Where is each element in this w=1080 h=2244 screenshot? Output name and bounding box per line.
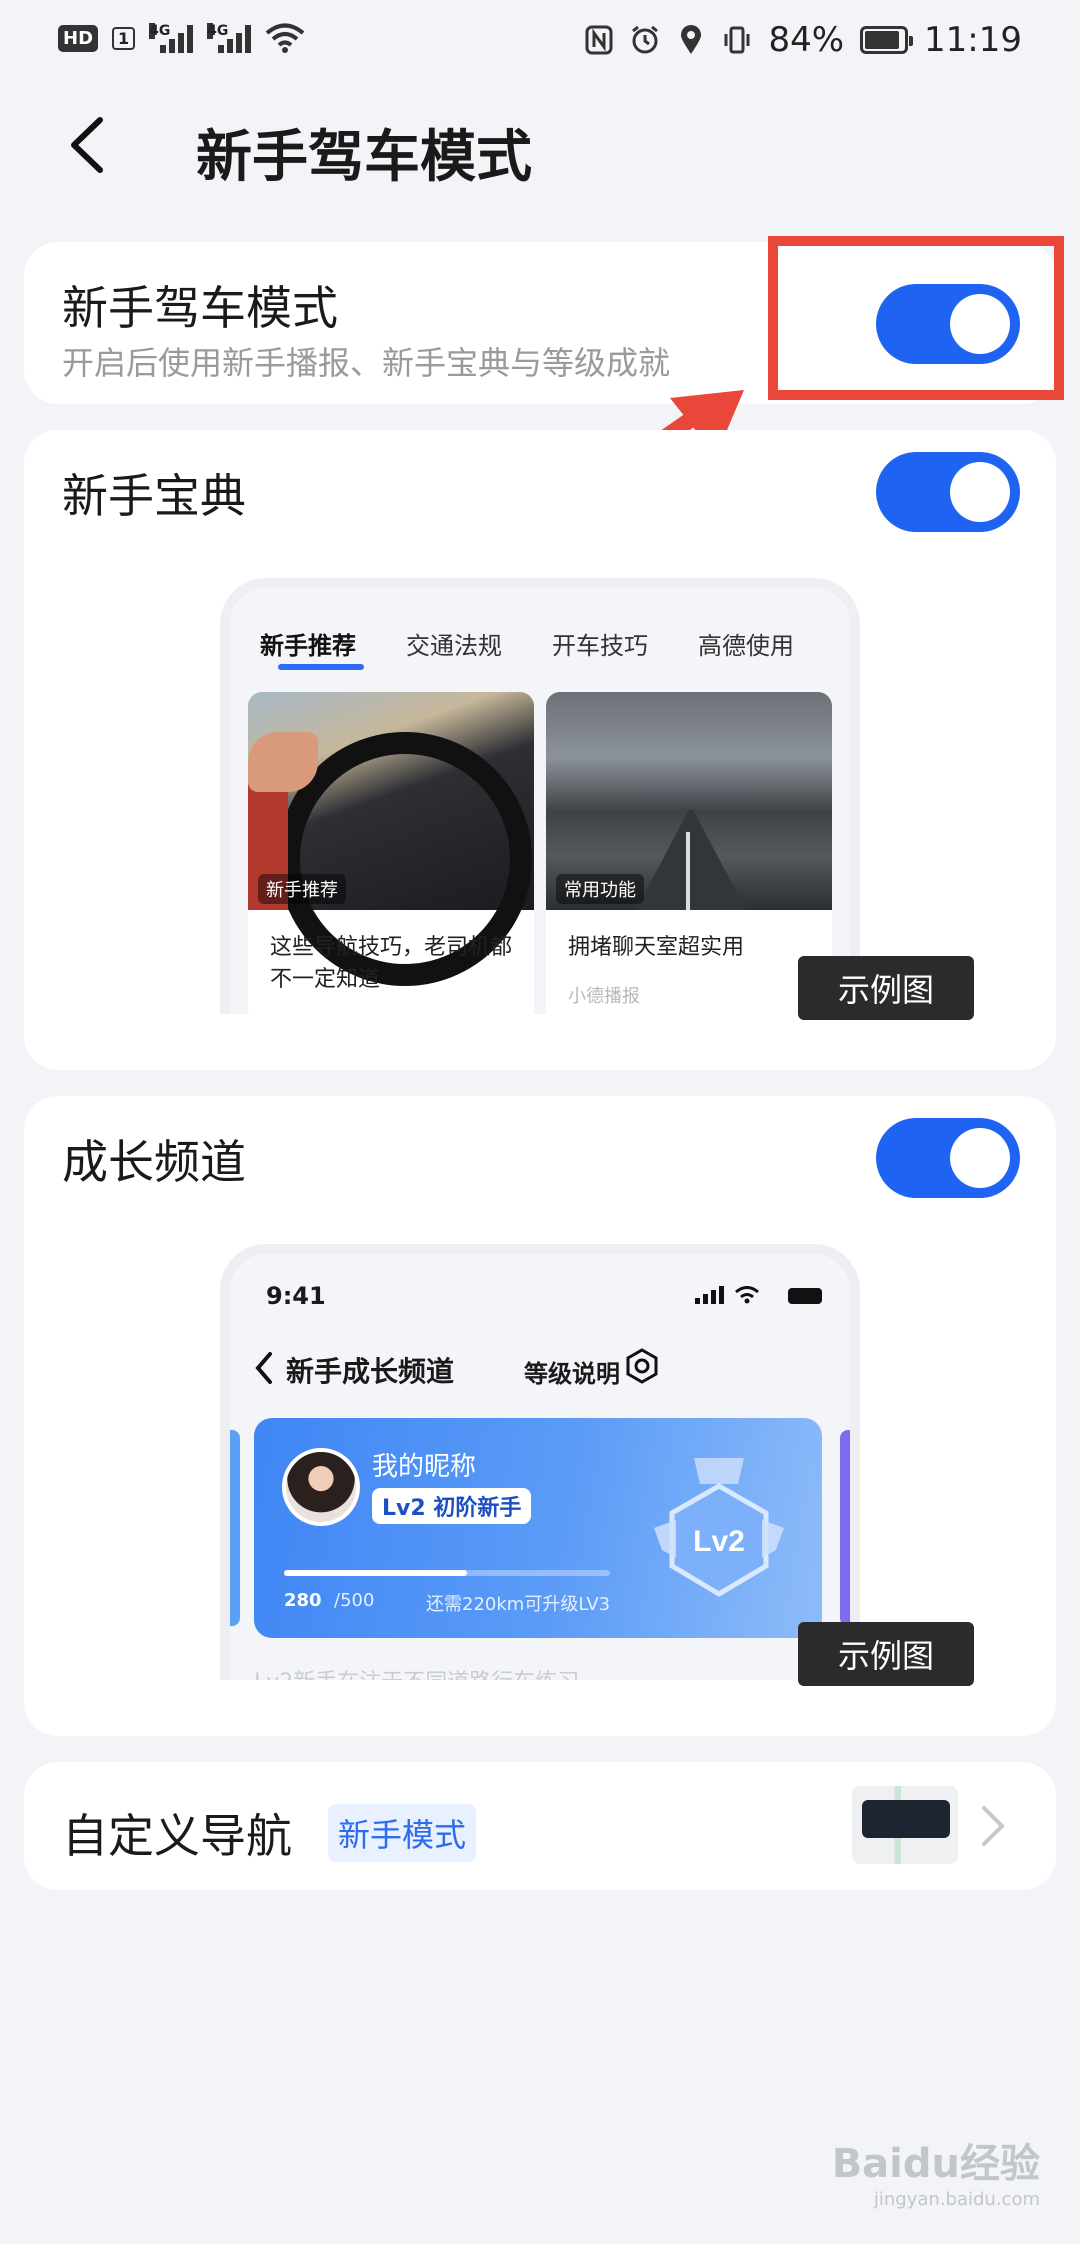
sample-image-label: 示例图 <box>798 956 974 1020</box>
preview-tab: 高德使用 <box>698 632 794 660</box>
clock: 11:19 <box>924 20 1022 60</box>
watermark-url: jingyan.baidu.com <box>873 2189 1040 2210</box>
progress-total: /500 <box>334 1590 375 1611</box>
hd-badge: HD <box>58 24 99 52</box>
vibrate-icon <box>722 23 752 57</box>
card-edge-left <box>230 1430 240 1626</box>
preview-battery-icon <box>788 1288 822 1304</box>
location-icon <box>676 23 706 57</box>
card-edge-right <box>840 1430 850 1626</box>
custom-nav-tag: 新手模式 <box>328 1804 477 1862</box>
nav-preview-thumbnail <box>852 1786 958 1864</box>
hand <box>248 732 318 792</box>
growth-toggle[interactable] <box>876 1118 1020 1198</box>
novice-mode-title: 新手驾车模式 <box>62 281 338 335</box>
nfc-icon <box>584 23 614 57</box>
preview-status-icons <box>695 1286 822 1304</box>
road-shape <box>636 810 746 910</box>
status-right: 84% 11:19 <box>584 20 1022 60</box>
back-arrow-icon <box>71 117 103 173</box>
sim-indicator: 1 <box>112 26 136 50</box>
preview-tab: 新手推荐 <box>260 632 356 660</box>
highlight-box <box>768 236 1064 400</box>
signal-icon-2: 4G <box>207 23 252 53</box>
novice-mode-subtitle: 开启后使用新手播报、新手宝典与等级成就 <box>62 344 671 382</box>
signal-icon-1: 4G <box>149 23 194 53</box>
battery-icon <box>860 26 914 54</box>
growth-level-card: 我的昵称 Lv2 初阶新手 280 /500 还需220km可升级LV3 Lv2 <box>254 1418 822 1638</box>
preview-tab: 交通法规 <box>406 632 502 660</box>
toggle-knob <box>950 462 1010 522</box>
article-source: 小德播报 <box>568 986 640 1007</box>
nickname: 我的昵称 <box>372 1452 477 1482</box>
nav-mini-banner <box>862 1800 950 1838</box>
level-badge-icon: Lv2 <box>654 1458 784 1597</box>
preview-page-title: 新手成长频道 <box>286 1355 455 1388</box>
preview-wifi-icon <box>735 1286 759 1304</box>
watermark-text: Baidu经验 <box>831 2141 1040 2187</box>
avatar <box>282 1448 360 1526</box>
page-title: 新手驾车模式 <box>196 125 532 190</box>
back-button[interactable] <box>60 110 120 180</box>
progress-note: 还需220km可升级LV3 <box>426 1594 611 1615</box>
sample-image-label: 示例图 <box>798 1622 974 1686</box>
progress-current: 280 <box>284 1590 322 1611</box>
article-card: 常用功能 拥堵聊天室超实用 小德播报 <box>546 692 832 1014</box>
faded-text: Lv2新手在注于不同道路行车练习 <box>254 1664 579 1680</box>
article-title: 这些导航技巧，老司机都不一定知道 <box>270 935 513 992</box>
preview-level-link: 等级说明 <box>524 1360 620 1388</box>
level-progress-bar <box>284 1570 610 1576</box>
preview-tabs: 新手推荐 交通法规 开车技巧 高德使用 <box>260 626 850 661</box>
wifi-icon <box>265 23 305 53</box>
network-type-2: 4G <box>207 23 229 39</box>
custom-nav-title: 自定义导航 <box>62 1809 292 1863</box>
network-type-1: 4G <box>149 23 171 39</box>
article-card: 新手推荐 这些导航技巧，老司机都不一定知道 <box>248 692 534 1014</box>
battery-percent: 84% <box>768 20 845 60</box>
preview-time: 9:41 <box>266 1282 326 1310</box>
road-line <box>686 832 690 910</box>
badge-text: Lv2 <box>693 1525 745 1558</box>
settings-icon <box>626 1348 658 1384</box>
preview-back-icon <box>255 1352 272 1384</box>
status-bar: HD 1 4G 4G 84% 11:19 <box>0 0 1080 80</box>
watermark: Baidu经验 jingyan.baidu.com <box>832 2131 1040 2210</box>
alarm-icon <box>630 23 660 57</box>
preview-tab: 开车技巧 <box>552 632 648 660</box>
guide-preview: 新手推荐 交通法规 开车技巧 高德使用 新手推荐 这些导航技巧，老司机都不一定知… <box>220 578 860 1014</box>
guide-title: 新手宝典 <box>62 469 246 523</box>
article-tag: 新手推荐 <box>258 874 346 904</box>
article-tag: 常用功能 <box>556 874 644 904</box>
growth-title: 成长频道 <box>62 1135 246 1189</box>
level-tag: Lv2 初阶新手 <box>372 1488 532 1524</box>
tab-underline <box>278 664 364 670</box>
article-title: 拥堵聊天室超实用 <box>568 935 745 960</box>
growth-preview: 9:41 新手成长频道 等级说明 我的昵称 Lv2 初阶新手 280 /500 … <box>220 1244 860 1680</box>
toggle-knob <box>950 1128 1010 1188</box>
guide-toggle[interactable] <box>876 452 1020 532</box>
chevron-right-icon <box>982 1806 1005 1846</box>
progress-fill <box>284 1570 467 1576</box>
status-left: HD 1 4G 4G <box>58 22 305 54</box>
